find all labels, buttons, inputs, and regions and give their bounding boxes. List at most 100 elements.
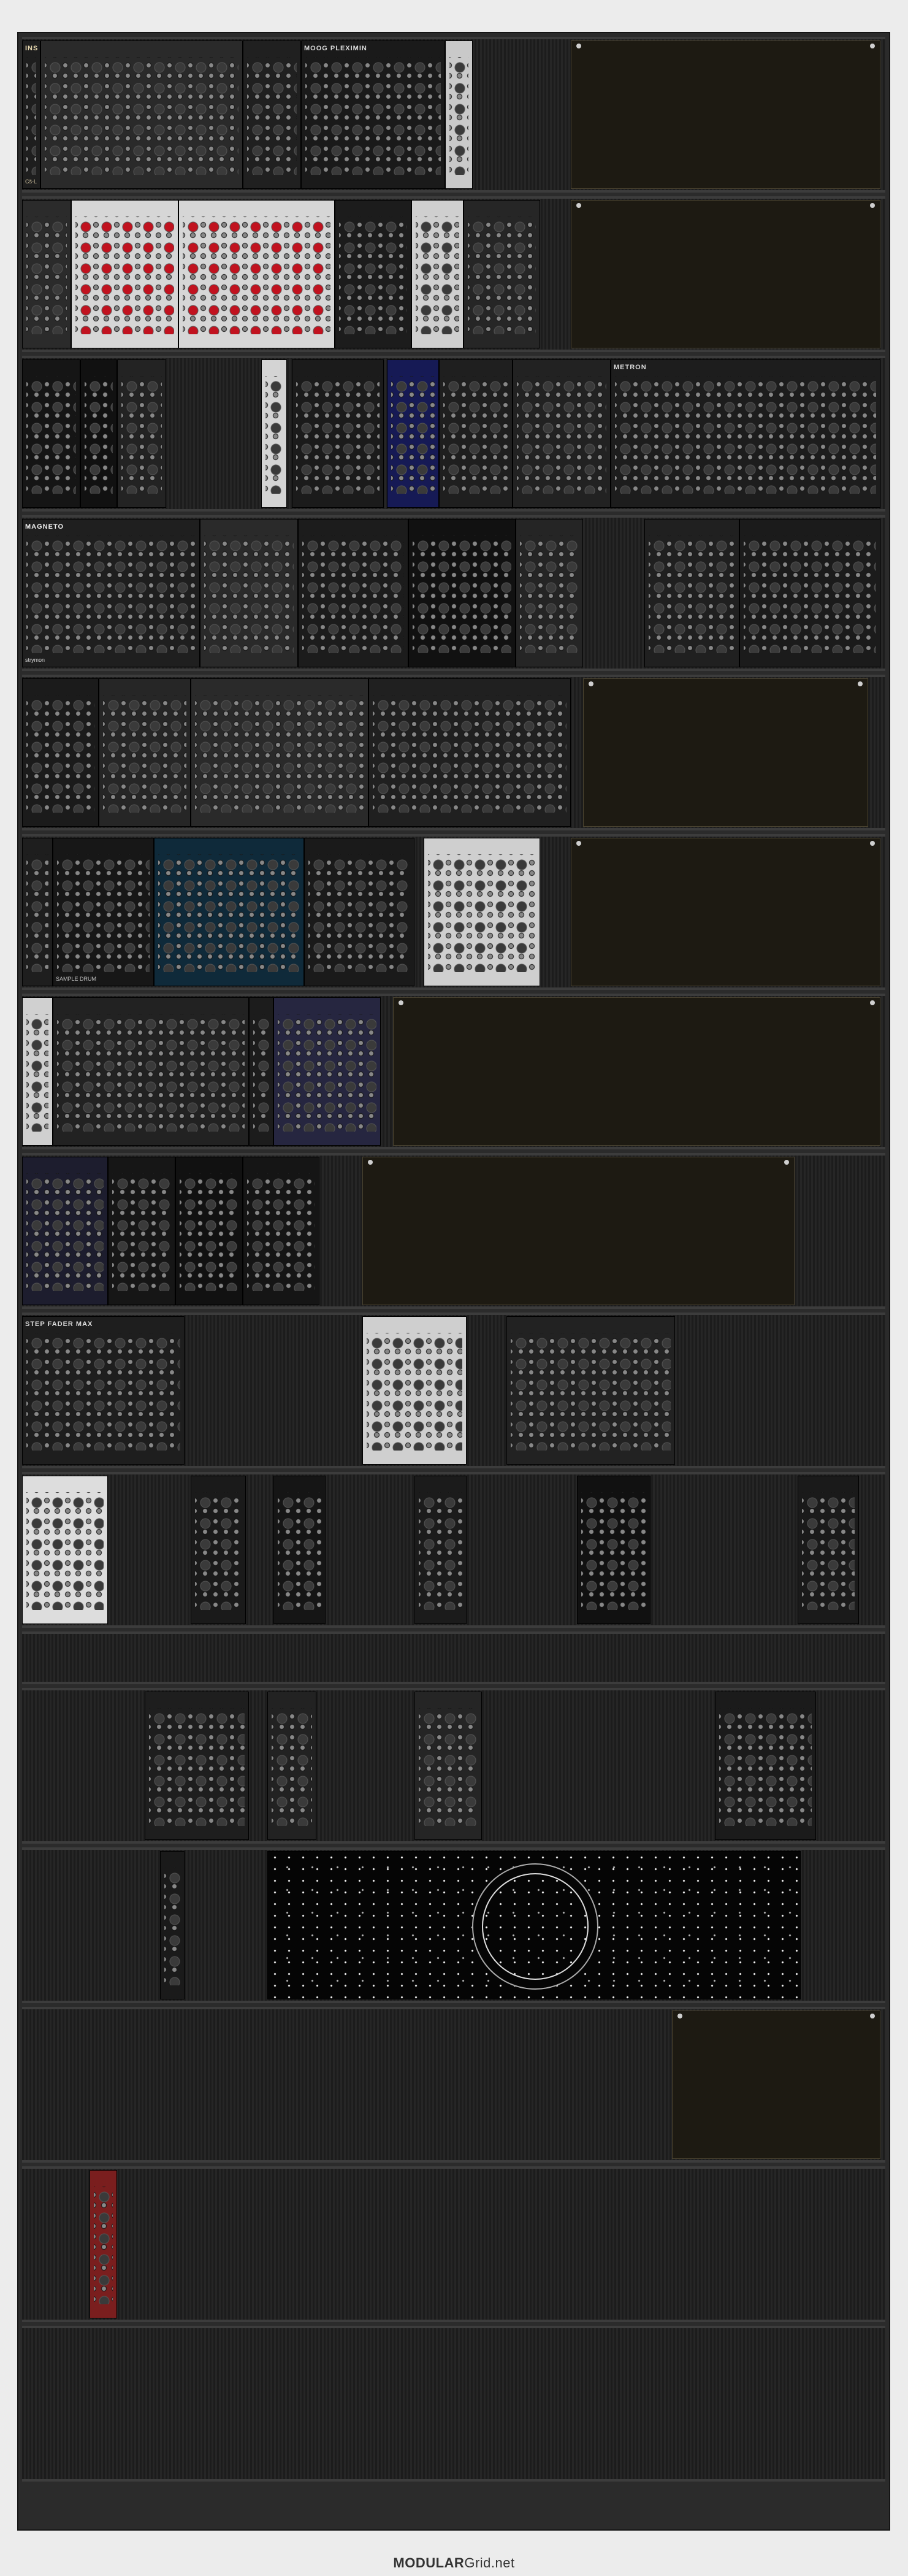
knob-grid[interactable]	[247, 57, 297, 175]
knob-grid[interactable]	[373, 695, 567, 813]
module[interactable]	[99, 678, 191, 827]
module[interactable]	[178, 200, 335, 348]
blank-panel[interactable]	[672, 2011, 880, 2159]
module[interactable]	[414, 1692, 482, 1840]
module[interactable]	[154, 838, 304, 986]
knob-grid[interactable]	[649, 535, 735, 653]
knob-grid[interactable]	[339, 217, 407, 334]
module[interactable]	[108, 1157, 175, 1305]
knob-grid[interactable]	[744, 535, 876, 653]
knob-grid[interactable]	[75, 217, 174, 334]
blank-panel[interactable]	[393, 997, 880, 1146]
module[interactable]	[408, 519, 516, 667]
module[interactable]	[298, 519, 408, 667]
module[interactable]	[273, 997, 381, 1146]
module[interactable]	[362, 1316, 467, 1465]
module[interactable]	[145, 1692, 249, 1840]
knob-grid[interactable]	[57, 854, 150, 972]
module[interactable]	[191, 1476, 246, 1624]
module[interactable]	[22, 359, 80, 508]
module[interactable]	[80, 359, 117, 508]
knob-grid[interactable]	[26, 217, 67, 334]
module[interactable]	[22, 1476, 108, 1624]
knob-grid[interactable]	[428, 854, 536, 972]
knob-grid[interactable]	[581, 1492, 646, 1610]
module[interactable]	[273, 1476, 326, 1624]
module[interactable]	[261, 359, 287, 508]
knob-grid[interactable]	[26, 1492, 104, 1610]
module[interactable]: STEP FADER MAX	[22, 1316, 185, 1465]
knob-grid[interactable]	[253, 1014, 269, 1132]
module[interactable]	[577, 1476, 650, 1624]
knob-grid[interactable]	[419, 1708, 478, 1826]
module[interactable]	[516, 519, 583, 667]
knob-grid[interactable]	[802, 1492, 855, 1610]
knob-grid[interactable]	[449, 57, 468, 175]
module[interactable]	[304, 838, 414, 986]
knob-grid[interactable]	[149, 1708, 245, 1826]
knob-grid[interactable]	[719, 1708, 812, 1826]
knob-grid[interactable]	[419, 1492, 462, 1610]
knob-grid[interactable]	[26, 376, 76, 494]
module[interactable]	[506, 1316, 675, 1465]
module[interactable]	[40, 40, 243, 189]
knob-grid[interactable]	[278, 1492, 321, 1610]
module[interactable]	[644, 519, 739, 667]
knob-grid[interactable]	[26, 854, 48, 972]
knob-grid[interactable]	[247, 1173, 315, 1291]
knob-grid[interactable]	[468, 217, 536, 334]
knob-grid[interactable]	[511, 1333, 671, 1451]
knob-grid[interactable]	[308, 854, 410, 972]
module[interactable]	[424, 838, 540, 986]
blank-panel[interactable]	[362, 1157, 795, 1305]
knob-grid[interactable]	[517, 376, 606, 494]
module[interactable]: METRON	[611, 359, 880, 508]
module[interactable]: INSTRUŌ Cš-L	[22, 40, 40, 189]
knob-grid[interactable]	[278, 1014, 376, 1132]
knob-grid[interactable]	[26, 695, 94, 813]
blank-panel[interactable]	[571, 838, 880, 986]
knob-grid[interactable]	[85, 376, 113, 494]
module[interactable]	[739, 519, 880, 667]
module[interactable]	[175, 1157, 243, 1305]
module[interactable]	[22, 1157, 108, 1305]
knob-grid[interactable]	[195, 1492, 242, 1610]
module[interactable]	[71, 200, 178, 348]
knob-grid[interactable]	[26, 1333, 180, 1451]
module[interactable]	[387, 359, 439, 508]
knob-grid[interactable]	[204, 535, 294, 653]
knob-grid[interactable]	[305, 57, 441, 175]
module[interactable]	[22, 678, 99, 827]
knob-grid[interactable]	[416, 217, 459, 334]
blank-panel[interactable]	[571, 40, 880, 189]
module[interactable]	[191, 678, 368, 827]
module[interactable]	[335, 200, 411, 348]
module[interactable]	[411, 200, 464, 348]
module[interactable]: SAMPLE DRUM	[53, 838, 154, 986]
knob-grid[interactable]	[26, 1173, 104, 1291]
module[interactable]	[53, 997, 249, 1146]
knob-grid[interactable]	[413, 535, 511, 653]
knob-grid[interactable]	[164, 1868, 180, 1985]
module[interactable]	[243, 1157, 319, 1305]
knob-grid[interactable]	[296, 376, 380, 494]
module[interactable]	[117, 359, 166, 508]
module[interactable]: MAGNETO strymon	[22, 519, 200, 667]
module[interactable]	[798, 1476, 859, 1624]
module[interactable]	[414, 1476, 467, 1624]
knob-grid[interactable]	[180, 1173, 238, 1291]
knob-grid[interactable]	[112, 1173, 171, 1291]
knob-grid[interactable]	[26, 1014, 48, 1132]
knob-grid[interactable]	[272, 1708, 312, 1826]
module[interactable]	[715, 1692, 816, 1840]
module[interactable]	[22, 200, 71, 348]
module[interactable]	[513, 359, 611, 508]
module[interactable]	[22, 838, 53, 986]
knob-grid[interactable]	[367, 1333, 462, 1451]
star-map-panel[interactable]	[267, 1851, 801, 1999]
knob-grid[interactable]	[158, 854, 300, 972]
module[interactable]	[90, 2170, 117, 2318]
module[interactable]	[160, 1851, 185, 1999]
blank-panel[interactable]	[583, 678, 868, 827]
module[interactable]	[464, 200, 540, 348]
